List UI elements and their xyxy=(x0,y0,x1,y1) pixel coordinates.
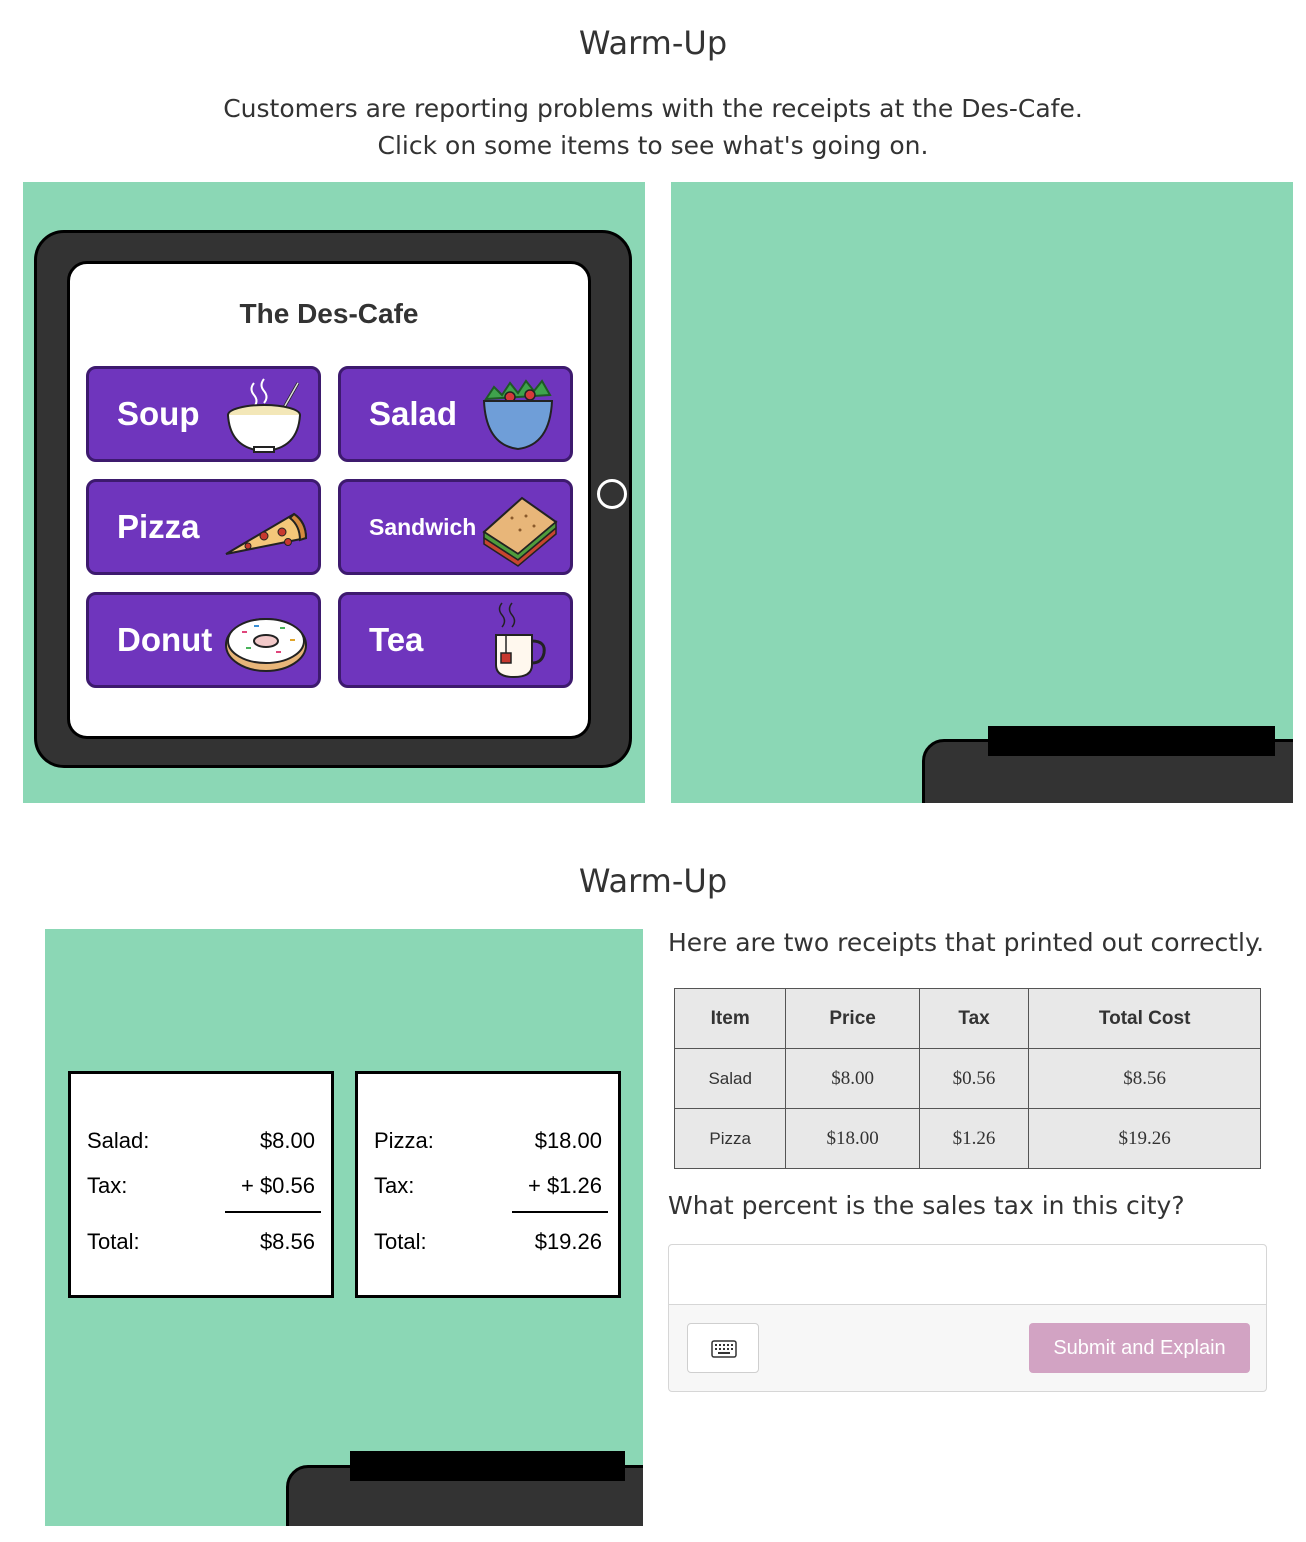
receipts-prompt: Here are two receipts that printed out c… xyxy=(668,928,1265,957)
receipt-divider xyxy=(225,1211,321,1213)
column-header: Item xyxy=(673,988,787,1049)
table-row: Salad $8.00 $0.56 $8.56 xyxy=(673,1048,1261,1109)
receipts-panel: Salad: $8.00 Tax: + $0.56 Total: $8.56 P… xyxy=(45,929,643,1526)
table-cell: $8.56 xyxy=(1028,1048,1261,1109)
soup-bowl-icon xyxy=(227,378,301,453)
receipt-tax-label: Tax: xyxy=(87,1173,128,1198)
receipt-item-row: Pizza: $18.00 xyxy=(374,1128,602,1154)
menu-item-salad[interactable]: Salad xyxy=(338,366,573,462)
intro-text: Customers are reporting problems with th… xyxy=(0,90,1306,164)
table-cell: $19.26 xyxy=(1028,1108,1261,1169)
tablet-screen: The Des-Cafe Soup Salad Pizza Sandwich D… xyxy=(67,261,591,739)
cafe-menu-panel: The Des-Cafe Soup Salad Pizza Sandwich D… xyxy=(23,182,645,803)
printer-slot xyxy=(350,1451,625,1481)
receipt-tax-value: + $1.26 xyxy=(527,1173,602,1198)
intro-line-1: Customers are reporting problems with th… xyxy=(223,94,1083,123)
salad-bowl-icon xyxy=(482,379,554,451)
receipt-divider xyxy=(512,1211,608,1213)
menu-item-sandwich[interactable]: Sandwich xyxy=(338,479,573,575)
question-text: What percent is the sales tax in this ci… xyxy=(668,1191,1185,1220)
tablet-device: The Des-Cafe Soup Salad Pizza Sandwich D… xyxy=(34,230,632,768)
receipt-pizza: Pizza: $18.00 Tax: + $1.26 Total: $19.26 xyxy=(355,1071,621,1298)
table-cell: $0.56 xyxy=(918,1048,1030,1109)
menu-item-donut[interactable]: Donut xyxy=(86,592,321,688)
menu-item-label: Soup xyxy=(117,395,200,432)
intro-line-2: Click on some items to see what's going … xyxy=(377,131,929,160)
tablet-home-button xyxy=(597,479,627,509)
cafe-title: The Des-Cafe xyxy=(239,298,419,329)
receipt-item-row: Salad: $8.00 xyxy=(87,1128,315,1154)
receipt-salad: Salad: $8.00 Tax: + $0.56 Total: $8.56 xyxy=(68,1071,334,1298)
pizza-slice-icon xyxy=(225,512,308,555)
menu-item-pizza[interactable]: Pizza xyxy=(86,479,321,575)
receipt-tax-label: Tax: xyxy=(374,1173,415,1198)
menu-item-soup[interactable]: Soup xyxy=(86,366,321,462)
receipt-item-price: $18.00 xyxy=(534,1128,602,1153)
menu-item-label: Pizza xyxy=(117,508,200,545)
answer-box: Submit and Explain xyxy=(668,1244,1267,1392)
receipt-tax-row: Tax: + $0.56 xyxy=(87,1173,315,1199)
receipt-total-label: Total: xyxy=(374,1229,427,1254)
receipt-printer-panel xyxy=(671,182,1293,803)
receipt-total-value: $19.26 xyxy=(534,1229,602,1254)
receipt-total-label: Total: xyxy=(87,1229,140,1254)
answer-input[interactable] xyxy=(669,1245,1266,1305)
table-cell: $18.00 xyxy=(785,1108,920,1169)
receipt-item-label: Salad: xyxy=(87,1128,150,1153)
table-header-row: Item Price Tax Total Cost xyxy=(673,988,1261,1049)
receipt-tax-row: Tax: + $1.26 xyxy=(374,1173,602,1199)
warmup-title-2: Warm-Up xyxy=(578,862,728,900)
menu-item-label: Salad xyxy=(369,395,458,432)
printer-slot xyxy=(988,726,1275,756)
table-cell: $1.26 xyxy=(918,1108,1030,1169)
keyboard-button[interactable] xyxy=(687,1323,759,1373)
receipt-item-price: $8.00 xyxy=(259,1128,315,1153)
warmup-title: Warm-Up xyxy=(578,24,728,62)
column-header: Price xyxy=(785,988,920,1049)
menu-item-tea[interactable]: Tea xyxy=(338,592,573,688)
receipt-total-value: $8.56 xyxy=(259,1229,315,1254)
column-header: Total Cost xyxy=(1028,988,1261,1049)
table-row: Pizza $18.00 $1.26 $19.26 xyxy=(673,1108,1261,1169)
table-cell: Salad xyxy=(673,1048,787,1109)
submit-and-explain-button[interactable]: Submit and Explain xyxy=(1029,1323,1250,1373)
receipt-tax-value: + $0.56 xyxy=(240,1173,315,1198)
receipts-table: Item Price Tax Total Cost Salad $8.00 $0… xyxy=(673,988,1261,1169)
table-cell: $8.00 xyxy=(785,1048,920,1109)
menu-item-label: Donut xyxy=(117,621,213,658)
menu-item-label: Sandwich xyxy=(369,514,477,540)
donut-icon xyxy=(225,618,307,672)
keyboard-icon xyxy=(711,1340,737,1358)
menu-item-label: Tea xyxy=(369,621,424,658)
receipt-total-row: Total: $8.56 xyxy=(87,1229,315,1255)
sandwich-icon xyxy=(482,496,558,567)
receipt-item-label: Pizza: xyxy=(374,1128,434,1153)
tea-cup-icon xyxy=(495,602,546,679)
column-header: Tax xyxy=(918,988,1030,1049)
receipt-total-row: Total: $19.26 xyxy=(374,1229,602,1255)
table-cell: Pizza xyxy=(673,1108,787,1169)
